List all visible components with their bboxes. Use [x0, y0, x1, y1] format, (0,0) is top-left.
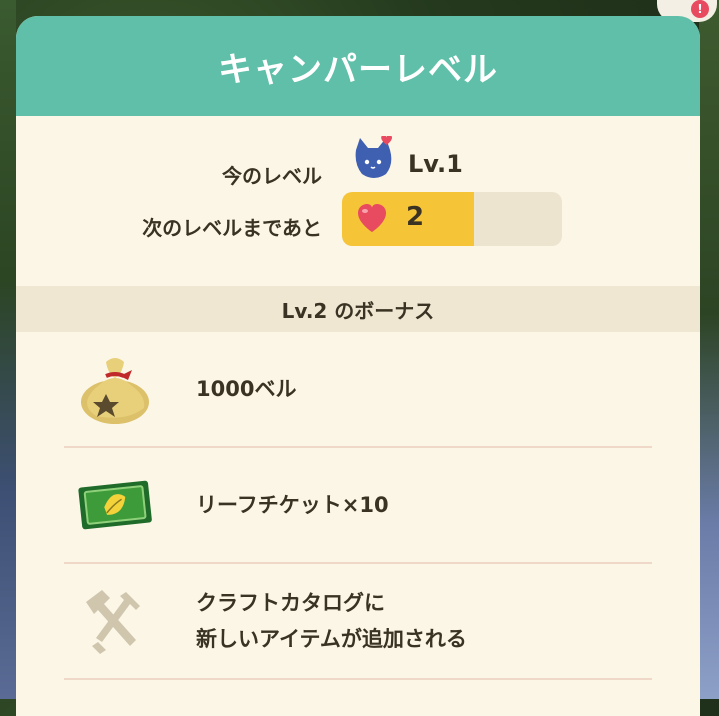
leaf-ticket-icon [78, 480, 152, 530]
notification-badge: ! [691, 0, 709, 18]
bonus-item-line2: 新しいアイテムが追加される [196, 627, 467, 651]
current-level-label: 今のレベル [222, 164, 322, 188]
bonus-item-leaf-ticket: リーフチケット×10 [16, 448, 700, 562]
background-left [0, 0, 16, 699]
bonus-item-description: クラフトカタログに 新しいアイテムが追加される [196, 585, 467, 657]
bonus-item-craft: クラフトカタログに 新しいアイテムが追加される [16, 564, 700, 678]
level-progress-bar: 2 [342, 192, 562, 246]
bonus-item-label: リーフチケット×10 [196, 493, 389, 517]
bonus-item-label: 1000ベル [196, 377, 297, 401]
blue-cat-icon [355, 136, 393, 178]
bonus-item-bells: 1000ベル [16, 332, 700, 446]
panel-title: キャンパーレベル [218, 49, 498, 90]
bonus-heading: Lv.2 のボーナス [16, 286, 700, 332]
craft-tools-icon [86, 590, 140, 654]
bonus-item-line1: クラフトカタログに [196, 591, 385, 615]
bell-bag-icon [81, 358, 149, 424]
divider [64, 678, 652, 680]
current-level-value: Lv.1 [408, 150, 463, 178]
level-status: 今のレベル Lv.1 次のレベルまであと 2 [16, 116, 700, 286]
next-level-label: 次のレベルまであと [142, 216, 322, 240]
panel-header: キャンパーレベル [16, 16, 700, 116]
camper-level-panel: キャンパーレベル 今のレベル Lv.1 次のレベルまであと 2 Lv.2 のボー… [16, 16, 700, 716]
hearts-remaining: 2 [406, 202, 425, 232]
background-right [699, 0, 719, 699]
heart-icon [358, 204, 386, 232]
